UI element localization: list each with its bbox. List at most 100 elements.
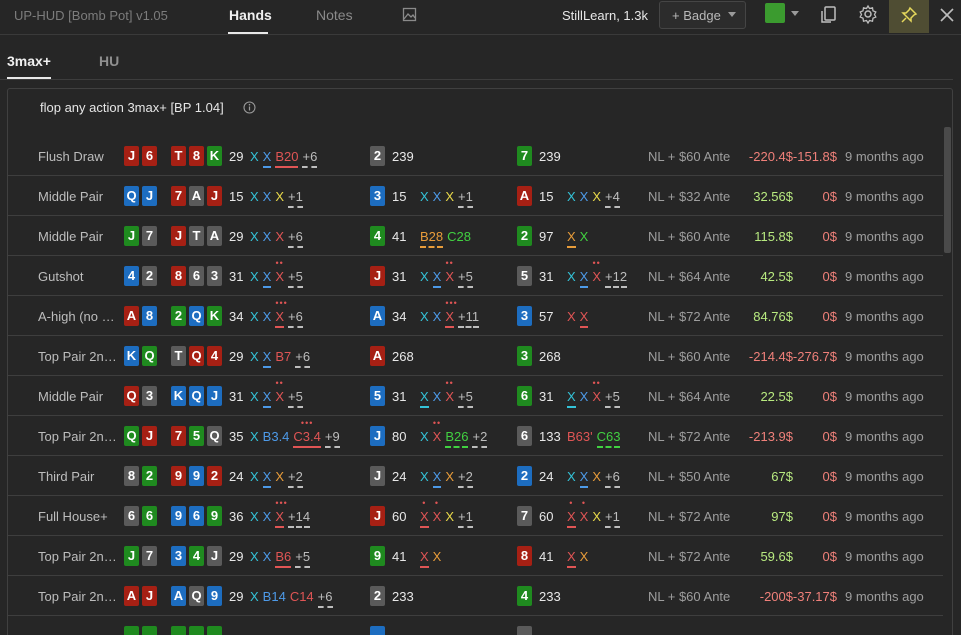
hand-category: Middle Pair	[38, 229, 104, 244]
action-marker: ••	[592, 258, 601, 268]
playing-card	[171, 626, 186, 635]
hand-row[interactable]: Flush Draw J 6 T 8 K 29 X X B20 +6 2 239 7 239 NL + $60…	[8, 136, 943, 176]
hand-row[interactable]: Full House+ 6 6 9 6 9 36 X X X ••• +14 J 60 X • X • X +1 7 60…	[8, 496, 943, 536]
action-sequence: X X X +2	[420, 469, 473, 488]
hole-cards: KQ	[124, 346, 157, 366]
gear-icon[interactable]	[856, 2, 880, 26]
playing-card: 8	[142, 306, 157, 326]
pot-size: 15	[229, 189, 244, 204]
action-token: X	[420, 429, 429, 444]
action-token: +5	[458, 269, 473, 288]
playing-card: 6	[124, 506, 139, 526]
action-token: X	[567, 389, 576, 408]
playing-card: 2	[517, 466, 532, 486]
playing-card: 2	[142, 266, 157, 286]
hole-cards: 82	[124, 466, 157, 486]
playing-card: A	[370, 346, 385, 366]
action-sequence: X X X •• +5	[567, 379, 620, 408]
scrollbar[interactable]	[944, 127, 951, 253]
player3-pot: 31	[539, 389, 554, 404]
action-token: X •••	[445, 298, 458, 328]
player3-pot: 133	[539, 429, 561, 444]
secondary-amount: -276.7$	[792, 349, 837, 364]
player3-card: 4	[517, 586, 532, 606]
player3-card: 3	[517, 306, 532, 326]
playing-card: Q	[124, 386, 139, 406]
hole-cards: A8	[124, 306, 157, 326]
player3-card: 8	[517, 546, 532, 566]
playing-card: J	[124, 226, 139, 246]
hand-row[interactable]: Middle Pair Q J 7 A J 15 X X X +1 3 15 X X X +1 A 15 X X X +4 N…	[8, 176, 943, 216]
hand-row[interactable]: Gutshot 4 2 8 6 3 31 X X X •• +5 J 31 X X X •• +5 5 31 X X X •• +…	[8, 256, 943, 296]
action-token: X	[262, 509, 272, 524]
hand-row[interactable]: Top Pair 2n… Q J 7 5 Q 35 X B3.4 C3.4 ••• +9 J 80 X X ••…	[8, 416, 943, 456]
hand-row[interactable]: A-high (no … A 8 2 Q K 34 X X X ••• +6 A 34 X X X ••• +11 3…	[8, 296, 943, 336]
hand-row[interactable]: Third Pair 8 2 9 9 2 24 X X X +2 J 24 X X X +2 2 24 X X X +6 NL…	[8, 456, 943, 496]
close-icon[interactable]	[937, 5, 957, 25]
add-badge-button[interactable]: + Badge	[659, 1, 746, 29]
hand-timestamp: 9 months ago	[845, 229, 924, 244]
action-token: X	[432, 469, 442, 488]
user-label: StillLearn, 1.3k	[562, 8, 648, 23]
hand-timestamp: 9 months ago	[845, 349, 924, 364]
image-icon[interactable]	[402, 7, 417, 22]
hand-row[interactable]: Top Pair 2n… K Q T Q 4 29 X X B7 +6 A 268 3 268 NL + $6…	[8, 336, 943, 376]
hand-row[interactable]: Top Pair 2n… A J A Q 9 29 X B14 C14 +6 2 233 4 233 NL +…	[8, 576, 943, 616]
action-marker: ••	[275, 258, 284, 268]
action-token: +5	[288, 269, 303, 288]
pin-button[interactable]	[889, 0, 929, 33]
hand-row[interactable]	[8, 616, 943, 635]
hole-cards: Q3	[124, 386, 157, 406]
player3-card: 2	[517, 226, 532, 246]
playing-card: Q	[189, 586, 204, 606]
copy-icon[interactable]	[817, 2, 841, 26]
action-token: B7	[275, 349, 292, 364]
playing-card: A	[207, 226, 222, 246]
hand-category: Top Pair 2n…	[38, 429, 117, 444]
action-token: X	[262, 149, 272, 168]
action-token: X	[579, 229, 589, 244]
color-picker-chevron-icon[interactable]	[791, 11, 799, 16]
action-token: X	[579, 469, 589, 488]
playing-card: T	[171, 146, 186, 166]
subtab-hu[interactable]: HU	[99, 53, 119, 69]
color-picker-swatch[interactable]	[765, 3, 785, 23]
playing-card: 4	[189, 546, 204, 566]
active-tab-indicator	[228, 32, 268, 34]
playing-card: J	[207, 186, 222, 206]
hand-timestamp: 9 months ago	[845, 309, 924, 324]
pot-size: 35	[229, 429, 244, 444]
player2-card: 4	[370, 226, 385, 246]
action-token: X	[420, 189, 429, 204]
playing-card	[370, 626, 385, 635]
hand-row[interactable]: Middle Pair J 7 J T A 29 X X X +6 4 41 B28 C28 2 97 X X NL …	[8, 216, 943, 256]
flop-cards: TQ4	[171, 346, 222, 366]
action-token: X	[432, 389, 442, 404]
player3-pot: 239	[539, 149, 561, 164]
player2-card: 2	[370, 146, 385, 166]
tab-hands[interactable]: Hands	[229, 7, 272, 23]
playing-card: 9	[207, 506, 222, 526]
hand-row[interactable]: Top Pair 2n… J 7 3 4 J 29 X X B6 +5 9 41 X X 8 41 X X NL + …	[8, 536, 943, 576]
hole-cards: J7	[124, 226, 157, 246]
tab-notes[interactable]: Notes	[316, 7, 353, 23]
pot-size: 29	[229, 149, 244, 164]
hand-category: Top Pair 2n…	[38, 589, 117, 604]
subtab-3max[interactable]: 3max+	[7, 53, 51, 69]
action-sequence: B28 C28	[420, 229, 471, 248]
player3-card: 3	[517, 346, 532, 366]
playing-card: 3	[517, 346, 532, 366]
player2-card	[370, 626, 385, 635]
player3-pot: 60	[539, 509, 554, 524]
action-token: X	[262, 389, 272, 408]
subtab-divider	[0, 79, 953, 80]
playing-card: 2	[370, 586, 385, 606]
playing-card: Q	[189, 346, 204, 366]
info-icon[interactable]	[243, 101, 256, 114]
hand-row[interactable]: Middle Pair Q 3 K Q J 31 X X X •• +5 5 31 X X X •• +5 6 31 X X…	[8, 376, 943, 416]
action-token: +9	[324, 429, 340, 448]
secondary-amount: 0$	[822, 309, 837, 324]
action-token: X	[262, 349, 272, 368]
action-sequence: XX	[567, 229, 589, 248]
action-token: X	[567, 469, 576, 484]
